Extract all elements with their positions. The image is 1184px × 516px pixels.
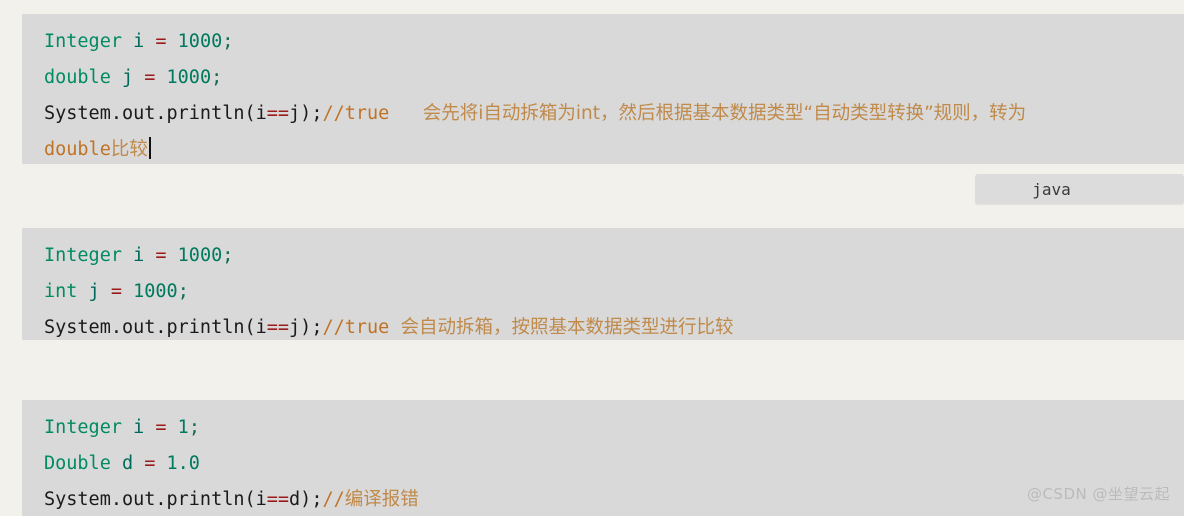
code-token: 会先将i自动拆箱为int，然后根据基本数据类型“自动类型转换”规则，转为 (422, 103, 1027, 124)
code-token: = (155, 245, 167, 266)
code-token: == (266, 489, 290, 510)
code-token: = (144, 453, 156, 474)
code-token: ; (222, 31, 234, 52)
code-token: 会自动拆箱，按照基本数据类型进行比较 (400, 317, 734, 338)
code-line: double j = 1000; (22, 60, 1184, 96)
code-token: System.out.println(i (44, 317, 267, 338)
code-token: i (121, 417, 156, 438)
code-token: d); (289, 489, 323, 510)
code-line: System.out.println(i==j);//true 会自动拆箱，按照… (22, 310, 1184, 340)
code-line: Double d = 1.0 (22, 446, 1184, 482)
code-block-3[interactable]: Integer i = 1; Double d = 1.0 System.out.p… (22, 400, 1184, 516)
code-token: Integer (44, 31, 122, 52)
watermark: @CSDN @坐望云起 (1026, 485, 1170, 503)
code-token: 1000 (177, 245, 223, 266)
code-token: // (322, 489, 345, 510)
code-token: //true (322, 317, 390, 338)
code-line: int j = 1000; (22, 274, 1184, 310)
code-line: System.out.println(i==j);//true 会先将i自动拆箱… (22, 96, 1184, 132)
code-block-1[interactable]: Integer i = 1000; double j = 1000; System.… (22, 14, 1184, 164)
code-token: ; (177, 281, 189, 302)
code-token: double (44, 139, 111, 160)
code-token: ; (188, 417, 200, 438)
code-token: int (44, 281, 78, 302)
code-token: j (110, 67, 145, 88)
code-token: == (266, 103, 290, 124)
code-token: = (110, 281, 122, 302)
language-label[interactable]: java (975, 174, 1184, 204)
code-token: 编译报错 (344, 489, 419, 510)
code-token: j); (289, 317, 323, 338)
code-token: //true (322, 103, 390, 124)
code-token: System.out.println(i (44, 489, 267, 510)
code-line: System.out.println(i==d);//编译报错 (22, 482, 1184, 516)
code-line: Integer i = 1; (22, 410, 1184, 446)
code-line: Integer i = 1000; (22, 24, 1184, 60)
code-line: double比较 (22, 132, 1184, 164)
code-token: 1000 (166, 67, 212, 88)
code-token: j); (289, 103, 323, 124)
code-token: Integer (44, 245, 122, 266)
code-token: Double (44, 453, 111, 474)
language-label-text: java (1032, 179, 1071, 199)
code-token: ; (211, 67, 223, 88)
text-cursor (148, 137, 151, 159)
code-token: 1.0 (166, 453, 200, 474)
code-token: = (155, 31, 167, 52)
code-token: i (121, 31, 156, 52)
code-token: 比较 (110, 139, 148, 160)
code-token: ; (222, 245, 234, 266)
code-token: == (266, 317, 290, 338)
code-token: i (121, 245, 156, 266)
code-token: double (44, 67, 111, 88)
code-token: = (155, 417, 167, 438)
code-token: 1 (177, 417, 189, 438)
code-token: Integer (44, 417, 122, 438)
code-line: Integer i = 1000; (22, 238, 1184, 274)
code-token: d (110, 453, 145, 474)
code-token: j (77, 281, 111, 302)
code-token: 1000 (177, 31, 223, 52)
code-token: System.out.println(i (44, 103, 267, 124)
code-token: 1000 (133, 281, 178, 302)
code-snippet-page: Integer i = 1000; double j = 1000; System.… (0, 0, 1184, 516)
code-block-2[interactable]: Integer i = 1000; int j = 1000; System.out… (22, 228, 1184, 340)
code-token: = (144, 67, 156, 88)
